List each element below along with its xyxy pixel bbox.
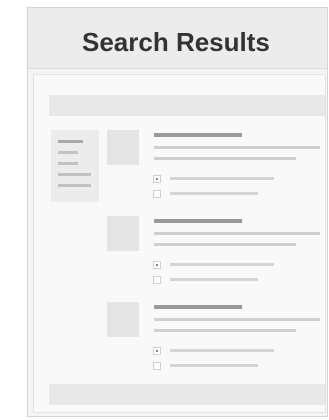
result-option-label xyxy=(170,364,258,367)
search-bar[interactable] xyxy=(49,95,325,116)
result-option-label xyxy=(170,263,274,266)
result-thumbnail xyxy=(107,302,139,337)
result-description xyxy=(154,232,320,235)
result-checkbox[interactable] xyxy=(153,276,161,284)
result-item[interactable] xyxy=(34,216,325,296)
result-description xyxy=(154,146,320,149)
result-checkbox[interactable] xyxy=(153,261,161,269)
header-bar: Search Results xyxy=(28,8,327,69)
result-item[interactable] xyxy=(34,302,325,382)
result-title[interactable] xyxy=(154,305,242,309)
result-description xyxy=(154,329,296,332)
window-frame: Search Results xyxy=(27,7,328,417)
result-option-label xyxy=(170,177,274,180)
result-checkbox[interactable] xyxy=(153,362,161,370)
results-panel xyxy=(33,74,326,413)
result-thumbnail xyxy=(107,216,139,251)
page-title: Search Results xyxy=(82,27,270,57)
result-title[interactable] xyxy=(154,133,242,137)
result-checkbox[interactable] xyxy=(153,190,161,198)
result-description xyxy=(154,243,296,246)
result-description xyxy=(154,318,320,321)
result-title[interactable] xyxy=(154,219,242,223)
result-option-label xyxy=(170,192,258,195)
result-option-label xyxy=(170,349,274,352)
footer-bar xyxy=(49,384,325,405)
result-description xyxy=(154,157,296,160)
result-checkbox[interactable] xyxy=(153,175,161,183)
result-option-label xyxy=(170,278,258,281)
result-item[interactable] xyxy=(34,130,325,210)
result-checkbox[interactable] xyxy=(153,347,161,355)
result-thumbnail xyxy=(107,130,139,165)
